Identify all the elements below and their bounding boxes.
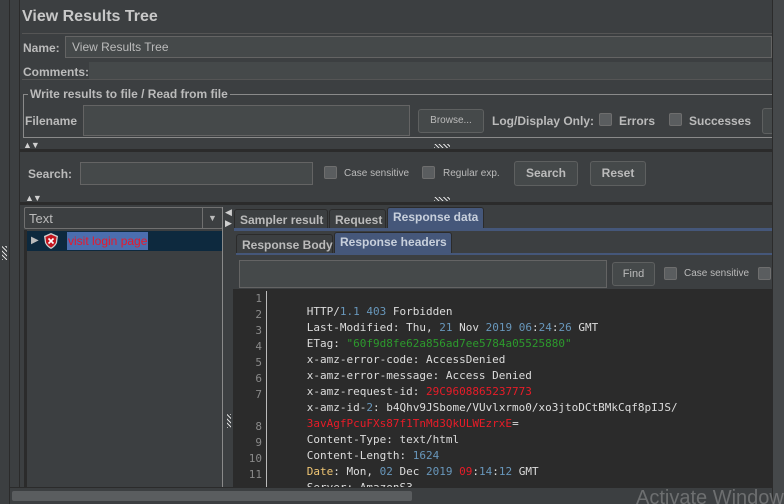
splitter-grip-top[interactable] (434, 144, 450, 148)
errors-checkbox[interactable] (599, 113, 612, 126)
tree-item[interactable]: ▶ visit login page (27, 231, 223, 251)
search-case-sensitive-label: Case sensitive (344, 168, 410, 179)
search-label: Search: (28, 167, 73, 181)
tree-item-label: visit login page (67, 232, 149, 250)
code-token: 2019 (425, 465, 453, 478)
regex-label: Regular exp. (443, 168, 500, 179)
results-tree: ▶ visit login page (24, 230, 223, 488)
line-number: 2 (255, 308, 262, 321)
tab-response-body[interactable]: Response Body (236, 234, 333, 254)
find-input[interactable] (239, 260, 607, 288)
code-token: 12 (498, 465, 513, 478)
comments-input[interactable] (89, 62, 772, 79)
line-number: 6 (255, 372, 262, 385)
name-label: Name: (23, 41, 60, 55)
find-button[interactable]: Find (612, 262, 655, 286)
log-display-only-label: Log/Display Only: (492, 114, 595, 128)
search-button[interactable]: Search (514, 161, 578, 186)
tab-request[interactable]: Request (329, 209, 386, 229)
line-number: 8 (255, 420, 262, 433)
search-input[interactable] (80, 162, 313, 185)
line-number: 11 (248, 468, 262, 481)
line-number: 3 (255, 324, 262, 337)
code-token: : (492, 465, 499, 478)
fieldset-legend: Write results to file / Read from file (28, 87, 230, 101)
code-token: GMT (512, 465, 539, 478)
line-number: 5 (255, 356, 262, 369)
collapse-expand-arrows-lower[interactable]: ▲▼ (25, 194, 42, 203)
code-token: GMT (571, 321, 599, 334)
comments-label: Comments: (23, 65, 90, 79)
result-tabs: Sampler result Request Response data (234, 207, 772, 229)
response-tabs: Response Body Response headers (236, 232, 772, 254)
code-token: 09 (459, 465, 473, 478)
error-shield-icon (44, 233, 58, 249)
name-comments-section: Name: Comments: (22, 33, 772, 80)
scrollbar-thumb[interactable] (12, 491, 412, 501)
collapse-expand-arrows[interactable]: ▲▼ (23, 141, 40, 150)
find-case-sensitive-checkbox[interactable] (664, 267, 677, 280)
line-number: 10 (248, 452, 262, 465)
splitter-grip-middle[interactable] (434, 197, 450, 201)
vertical-splitter-grip[interactable] (227, 414, 231, 428)
left-gutter (0, 0, 10, 504)
renderer-selected-value: Text (29, 211, 53, 226)
browse-button[interactable]: Browse... (418, 109, 484, 133)
reset-button[interactable]: Reset (590, 161, 646, 186)
regex-checkbox[interactable] (422, 166, 435, 179)
line-number-gutter: 1 2 3 4 5 6 7 8 9 10 11 (233, 289, 266, 487)
activate-windows-watermark: Activate Windows (636, 487, 784, 504)
line-number: 1 (255, 292, 262, 305)
renderer-select[interactable]: Text ▼ (24, 207, 223, 229)
tab-sampler-result[interactable]: Sampler result (234, 209, 328, 229)
expand-arrow-icon[interactable]: ▶ (31, 235, 39, 246)
left-gutter-inner (10, 0, 20, 504)
filename-label: Filename (25, 114, 78, 128)
tab-underline (234, 228, 772, 231)
search-case-sensitive-checkbox[interactable] (324, 166, 337, 179)
chevron-down-icon[interactable]: ▼ (202, 208, 222, 228)
code-token: = (512, 417, 519, 430)
divider (20, 149, 772, 152)
name-input[interactable] (65, 36, 772, 58)
find-case-sensitive-label: Case sensitive (684, 268, 750, 279)
code-line-11: Server: AmazonS3 (267, 468, 413, 487)
vertical-splitter[interactable] (222, 207, 223, 488)
vertical-splitter-arrows[interactable]: ◀ ▶ (225, 207, 232, 229)
code-token: : (472, 465, 479, 478)
splitter-grip[interactable] (2, 246, 7, 260)
view-results-tree-panel: View Results Tree Name: Comments: Write … (20, 0, 782, 504)
successes-checkbox[interactable] (669, 113, 682, 126)
successes-label: Successes (689, 114, 752, 128)
write-results-fieldset: Write results to file / Read from file F… (23, 87, 782, 138)
filename-input[interactable] (83, 105, 410, 136)
errors-label: Errors (619, 114, 656, 128)
divider-lower (20, 202, 772, 205)
right-scrollbar[interactable] (772, 0, 784, 504)
panel-title: View Results Tree (22, 8, 158, 25)
tab-response-data[interactable]: Response data (387, 207, 484, 229)
tab-response-headers[interactable]: Response headers (334, 232, 452, 254)
response-headers-editor[interactable]: 1 2 3 4 5 6 7 8 9 10 11 HTTP/1.1 403 For… (233, 289, 772, 487)
line-number: 9 (255, 436, 262, 449)
code-token: 14 (478, 465, 493, 478)
find-regex-checkbox[interactable] (758, 267, 771, 280)
line-number: 4 (255, 340, 262, 353)
line-number: 7 (255, 388, 262, 401)
tab-underline-inner (236, 253, 772, 255)
